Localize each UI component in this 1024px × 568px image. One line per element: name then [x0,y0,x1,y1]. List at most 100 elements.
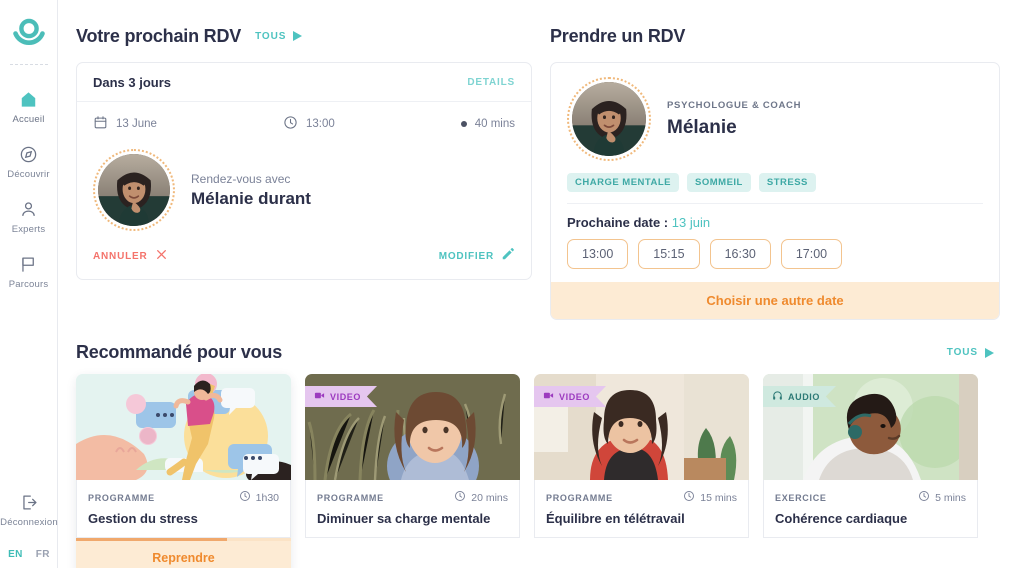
choose-other-date-button[interactable]: Choisir une autre date [551,282,999,319]
language-fr[interactable]: FR [36,549,50,560]
sidebar-item-experts[interactable]: Experts [0,189,58,244]
clock-icon [239,490,251,505]
sidebar-item-label: Parcours [8,279,49,290]
tag-stress[interactable]: STRESS [758,173,816,192]
next-appointment-all-link[interactable]: TOUS [255,30,303,42]
pencil-icon [501,247,515,266]
booking-name: Mélanie [667,116,737,138]
app-root: Accueil Découvrir Experts Parcours Décon… [0,0,1024,568]
dot-icon [460,121,467,127]
sidebar-bottom: Déconnexion EN FR [0,482,58,560]
booking-card: PSYCHOLOGUE & COACH Mélanie CHARGE MENTA… [550,62,1000,320]
card-info: PROGRAMME 1h30 Gestion du stress [76,480,291,538]
eye-logo-icon[interactable] [9,14,49,54]
play-triangle-icon [293,31,303,41]
all-label: TOUS [255,30,287,42]
card-thumbnail [76,374,291,480]
appointment-time: 13:00 [283,115,461,133]
card-kind: EXERCICE [775,492,827,503]
sidebar-item-decouvrir[interactable]: Découvrir [0,134,58,189]
card-duration: 15 mins [683,490,737,505]
language-en[interactable]: EN [8,549,23,560]
video-camera-icon [314,390,325,403]
appointment-practitioner-name: Mélanie durant [191,188,311,208]
recommended-card[interactable]: VIDEO PROGRAMME 15 mins Équilibre en tél… [534,374,749,568]
card-kind: PROGRAMME [88,492,155,503]
appointment-time-text: 13:00 [306,118,335,130]
sidebar-item-label: Découvrir [7,169,50,180]
card-title: Diminuer sa charge mentale [317,511,491,526]
logout-button[interactable]: Déconnexion [0,482,58,537]
booking-tags: CHARGE MENTALE SOMMEIL STRESS [551,173,999,203]
booking-slots: 13:00 15:15 16:30 17:00 [551,239,999,282]
appointment-with-label: Rendez-vous avec [191,171,291,186]
booking-role: PSYCHOLOGUE & COACH [667,99,802,111]
sidebar-item-accueil[interactable]: Accueil [0,79,58,134]
recommended-title: Recommandé pour vous [76,342,283,362]
booking-next-date-label: Prochaine date : [567,215,669,230]
compass-icon [19,143,38,165]
tag-charge-mentale[interactable]: CHARGE MENTALE [567,173,680,192]
card-duration-text: 1h30 [255,491,279,504]
card-info: PROGRAMME 15 mins Équilibre en télétrava… [534,480,749,538]
booking-next-date: Prochaine date : 13 juin [551,204,999,239]
card-title: Gestion du stress [88,511,198,526]
card-badge: VIDEO [305,386,378,407]
appointment-duration-text: 40 mins [474,118,515,130]
person-icon [19,198,38,220]
recommended-card[interactable]: AUDIO EXERCICE 5 mins Cohérence cardiaqu… [763,374,978,568]
card-duration: 1h30 [239,490,279,505]
sidebar-item-label: Accueil [12,114,45,125]
resume-button[interactable]: Reprendre [76,541,291,568]
modify-button[interactable]: MODIFIER [439,247,515,266]
video-camera-icon [543,390,554,403]
avatar-ring [93,149,175,231]
clock-icon [683,490,695,505]
clock-icon [918,490,930,505]
tag-sommeil[interactable]: SOMMEIL [687,173,751,192]
sidebar-divider [9,64,48,65]
sidebar-item-parcours[interactable]: Parcours [0,244,58,299]
sidebar: Accueil Découvrir Experts Parcours Décon… [0,0,58,568]
recommended-card[interactable]: VIDEO PROGRAMME 20 mins Diminuer sa char… [305,374,520,568]
slot-button[interactable]: 13:00 [567,239,629,269]
card-meta-row: PROGRAMME 1h30 [88,490,279,505]
booking-practitioner: PSYCHOLOGUE & COACH Mélanie [551,63,999,173]
card-badge-label: VIDEO [559,391,591,402]
recommended-header: Recommandé pour vous TOUS [76,342,1000,363]
avatar [98,154,170,226]
flag-icon [19,253,38,275]
appointment-details-link[interactable]: DETAILS [467,77,515,88]
recommended-card[interactable]: PROGRAMME 1h30 Gestion du stress Reprend… [76,374,291,568]
recommended-all-link[interactable]: TOUS [947,347,994,358]
card-kind: PROGRAMME [317,492,384,503]
clock-icon [454,490,466,505]
cancel-button[interactable]: ANNULER [93,248,168,266]
modify-label: MODIFIER [438,251,494,262]
card-badge: AUDIO [763,386,836,407]
card-info: EXERCICE 5 mins Cohérence cardiaque [763,480,978,538]
booking-avatar [572,82,646,156]
appointment-when: Dans 3 jours [93,75,172,90]
card-kind: PROGRAMME [546,492,613,503]
card-title: Équilibre en télétravail [546,511,685,526]
stress-illustration [76,374,291,480]
home-icon [19,88,38,110]
slot-button[interactable]: 15:15 [638,239,700,269]
all-label: TOUS [946,347,978,358]
next-appointment-header: Votre prochain RDV TOUS [76,22,532,50]
card-duration-text: 20 mins [471,491,508,504]
appointment-duration: 40 mins [460,118,515,130]
card-info: PROGRAMME 20 mins Diminuer sa charge men… [305,480,520,538]
slot-button[interactable]: 17:00 [780,239,843,269]
card-meta-row: PROGRAMME 15 mins [546,490,737,505]
card-duration: 20 mins [454,490,508,505]
appointment-date: 13 June [93,115,283,133]
recommended-section: Recommandé pour vous TOUS PROGRAMME 1h30… [76,342,1000,568]
slot-button[interactable]: 16:30 [709,239,771,269]
play-triangle-icon [985,347,994,358]
card-title: Cohérence cardiaque [775,511,908,526]
booking-next-date-value[interactable]: 13 juin [672,215,710,230]
booking-section: Prendre un RDV PSYCHOLOGUE & COACH Mélan… [550,22,1000,320]
appointment-card: Dans 3 jours DETAILS 13 June 13:00 40 mi… [76,62,532,280]
